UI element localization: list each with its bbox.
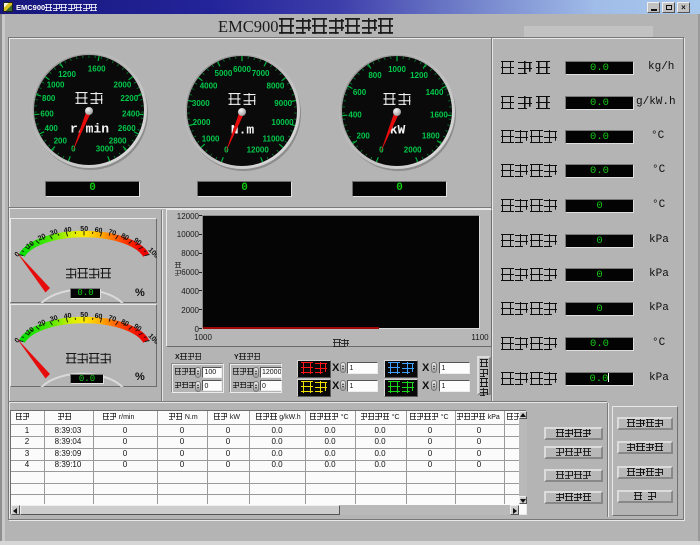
svg-text:50: 50 [80, 312, 88, 319]
svg-text:600: 600 [353, 88, 367, 97]
svg-text:1000: 1000 [202, 135, 220, 144]
svg-text:11000: 11000 [262, 135, 284, 144]
svg-text:1400: 1400 [426, 88, 444, 97]
svg-text:7000: 7000 [252, 69, 270, 78]
svg-text:800: 800 [42, 94, 56, 103]
svg-text:2600: 2600 [118, 124, 136, 133]
svg-text:8000: 8000 [267, 81, 285, 90]
svg-text:400: 400 [45, 124, 59, 133]
svg-text:600: 600 [40, 109, 54, 118]
svg-text:50: 50 [80, 226, 88, 233]
svg-text:5000: 5000 [215, 69, 233, 78]
svg-text:2200: 2200 [120, 94, 138, 103]
svg-text:4000: 4000 [200, 81, 218, 90]
svg-text:1200: 1200 [58, 70, 76, 79]
svg-text:60: 60 [94, 313, 103, 321]
svg-text:12000: 12000 [247, 146, 270, 155]
svg-text:6000: 6000 [233, 65, 251, 74]
svg-text:200: 200 [54, 137, 68, 146]
svg-text:2000: 2000 [193, 118, 211, 127]
svg-text:10000: 10000 [271, 118, 294, 127]
svg-text:%: % [135, 371, 145, 383]
svg-text:2000: 2000 [114, 80, 132, 89]
svg-text:1000: 1000 [47, 80, 65, 89]
svg-text:800: 800 [368, 71, 382, 80]
svg-text:1800: 1800 [422, 132, 440, 141]
svg-text:60: 60 [94, 227, 103, 235]
svg-text:40: 40 [63, 312, 72, 320]
svg-text:3000: 3000 [192, 99, 210, 108]
svg-text:2000: 2000 [404, 146, 422, 155]
svg-text:1000: 1000 [388, 65, 406, 74]
svg-text:40: 40 [63, 226, 72, 234]
svg-text:r/min: r/min [70, 122, 109, 137]
svg-text:1600: 1600 [88, 65, 106, 74]
svg-text:2400: 2400 [122, 109, 140, 118]
svg-text:3000: 3000 [96, 145, 114, 154]
svg-text:%: % [135, 287, 145, 299]
svg-text:1200: 1200 [410, 71, 428, 80]
svg-text:200: 200 [357, 132, 371, 141]
svg-text:400: 400 [348, 110, 362, 119]
svg-text:1600: 1600 [430, 110, 448, 119]
svg-text:9000: 9000 [274, 99, 292, 108]
